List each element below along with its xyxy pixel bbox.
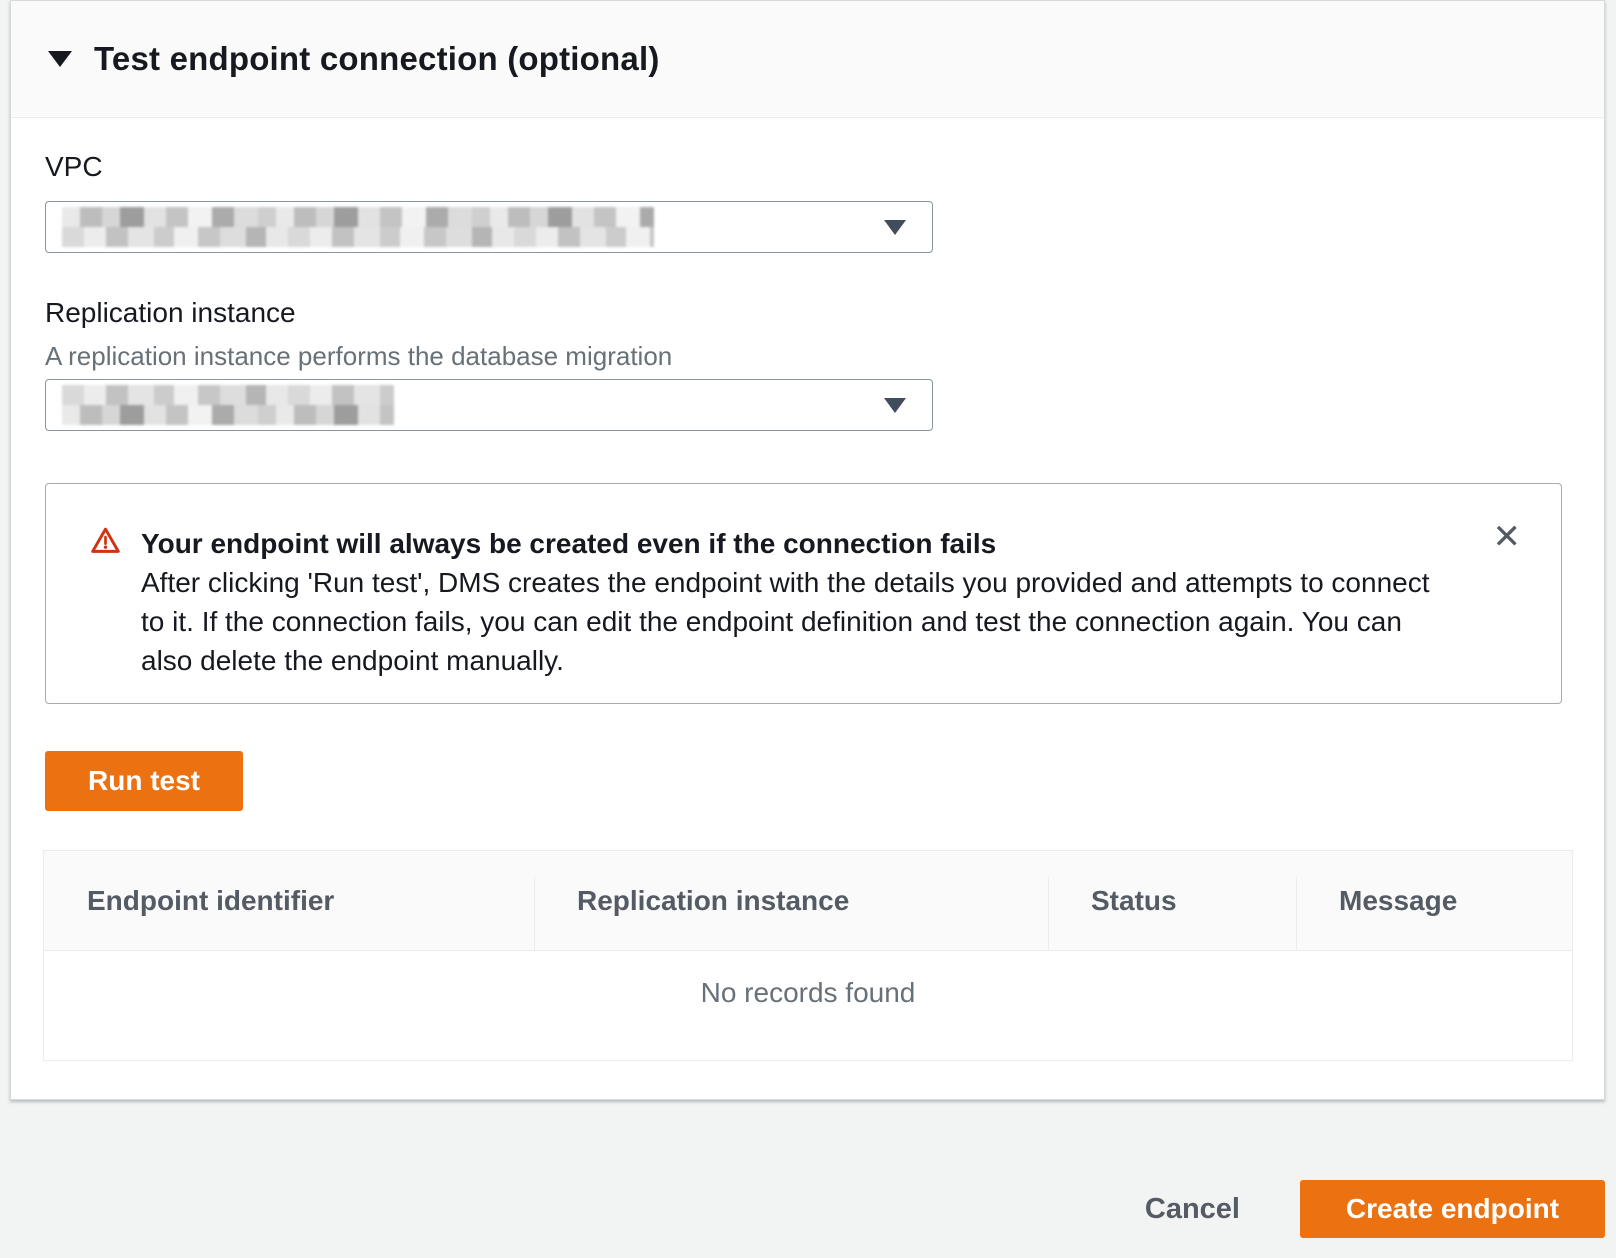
page: Test endpoint connection (optional) VPC … bbox=[0, 0, 1616, 1258]
table-header-row: Endpoint identifier Replication instance… bbox=[44, 851, 1572, 951]
warning-triangle-icon bbox=[90, 526, 121, 555]
close-icon[interactable]: ✕ bbox=[1489, 516, 1526, 558]
column-divider bbox=[1296, 877, 1297, 950]
vpc-select[interactable] bbox=[45, 201, 933, 253]
replication-instance-select[interactable] bbox=[45, 379, 933, 431]
endpoint-warning-alert: Your endpoint will always be created eve… bbox=[45, 483, 1562, 704]
column-header-status: Status bbox=[1048, 885, 1296, 917]
warning-title: Your endpoint will always be created eve… bbox=[141, 524, 1430, 563]
replication-instance-value-redacted bbox=[62, 385, 394, 425]
test-results-table: Endpoint identifier Replication instance… bbox=[43, 850, 1573, 1061]
column-header-replication-instance: Replication instance bbox=[534, 885, 1048, 917]
empty-state-message: No records found bbox=[44, 951, 1572, 1009]
column-header-message: Message bbox=[1296, 885, 1574, 917]
form-footer: Cancel Create endpoint bbox=[0, 1180, 1605, 1238]
vpc-label: VPC bbox=[45, 151, 103, 183]
panel-collapse-header[interactable]: Test endpoint connection (optional) bbox=[11, 1, 1604, 118]
run-test-button[interactable]: Run test bbox=[45, 751, 243, 811]
warning-body-line: to it. If the connection fails, you can … bbox=[141, 602, 1430, 641]
test-endpoint-panel: Test endpoint connection (optional) VPC … bbox=[10, 0, 1605, 1100]
panel-title: Test endpoint connection (optional) bbox=[94, 40, 660, 78]
replication-instance-description: A replication instance performs the data… bbox=[45, 341, 672, 372]
column-divider bbox=[1048, 877, 1049, 950]
replication-instance-label: Replication instance bbox=[45, 297, 296, 329]
warning-body-line: also delete the endpoint manually. bbox=[141, 641, 1430, 680]
warning-body-line: After clicking 'Run test', DMS creates t… bbox=[141, 563, 1430, 602]
vpc-select-value-redacted bbox=[62, 207, 654, 247]
vpc-caret-down-icon bbox=[884, 220, 906, 235]
create-endpoint-button[interactable]: Create endpoint bbox=[1300, 1180, 1605, 1238]
column-divider bbox=[534, 877, 535, 950]
column-header-endpoint-identifier: Endpoint identifier bbox=[44, 885, 534, 917]
collapse-triangle-icon bbox=[48, 51, 72, 67]
cancel-button[interactable]: Cancel bbox=[1145, 1193, 1240, 1226]
replication-instance-caret-down-icon bbox=[884, 398, 906, 413]
